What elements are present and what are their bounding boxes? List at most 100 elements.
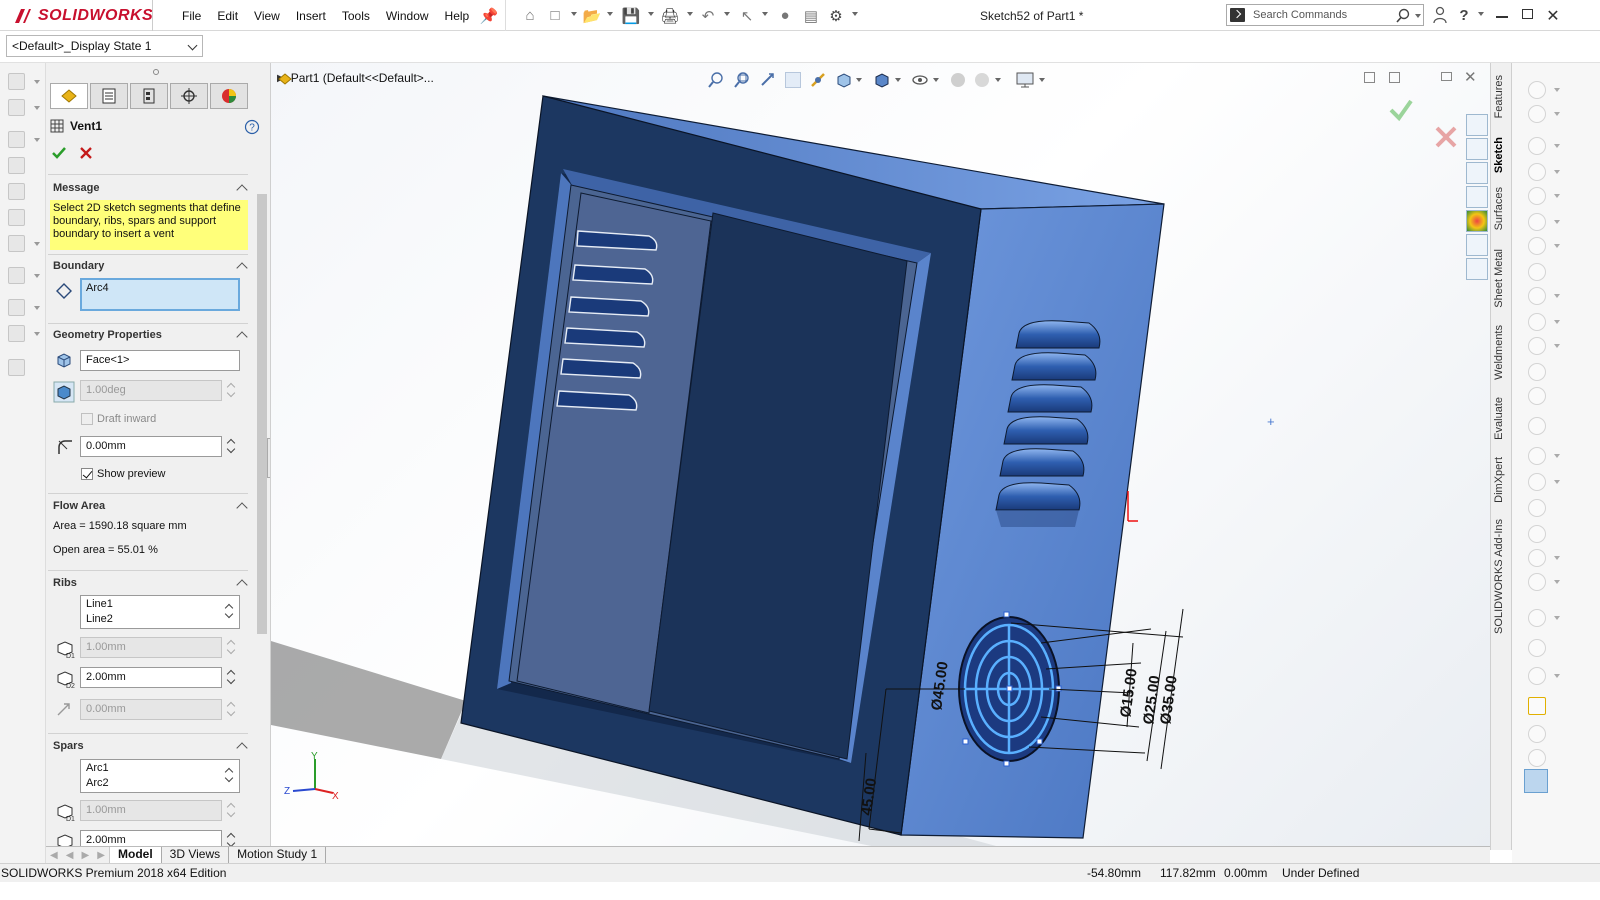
tab-scroll-arrows[interactable]: ◀ ◀ ▶ ▶ [46, 847, 110, 863]
ribs-list-scroll[interactable] [224, 601, 234, 622]
appearances-icon[interactable] [1466, 210, 1488, 232]
shaded-sketch-contours-icon[interactable] [1528, 749, 1546, 767]
fillet-sketch-icon[interactable] [1528, 337, 1546, 355]
menu-help[interactable]: Help [437, 9, 478, 23]
arc-icon[interactable] [1528, 237, 1546, 255]
ellipse-dropdown-icon[interactable] [1554, 320, 1560, 324]
rib-depth-field[interactable]: 1.00mm [80, 637, 222, 658]
rib-width-spinner[interactable] [226, 667, 236, 688]
show-preview-checkbox[interactable] [81, 468, 93, 480]
face-selection-field[interactable]: Face<1> [80, 350, 240, 371]
tab-feature-manager[interactable] [50, 83, 88, 109]
home-icon[interactable]: ⌂ [520, 6, 540, 25]
menu-insert[interactable]: Insert [288, 9, 334, 23]
search-commands-input[interactable]: Search Commands [1226, 4, 1424, 26]
last-tab-icon[interactable]: ▶ [97, 850, 105, 861]
collapse-caret-icon[interactable] [236, 579, 248, 591]
undo-icon[interactable]: ↶ [698, 6, 718, 25]
select-dropdown-icon[interactable] [762, 12, 768, 16]
confirm-corner-ok-icon[interactable] [1389, 99, 1413, 122]
collapse-caret-icon[interactable] [236, 502, 248, 514]
spars-selection-list[interactable]: Arc1 Arc2 [80, 759, 240, 793]
fillet-dropdown-icon[interactable] [34, 242, 40, 246]
rib-width-field[interactable]: 2.00mm [80, 667, 222, 688]
loft-icon[interactable] [8, 157, 25, 174]
design-library-icon[interactable] [1466, 138, 1488, 160]
pin-icon[interactable]: 📌 [480, 6, 499, 25]
tab-evaluate[interactable]: Evaluate [1493, 397, 1505, 440]
tab-surfaces[interactable]: Surfaces [1493, 187, 1505, 230]
snaps-dropdown-icon[interactable] [1554, 674, 1560, 678]
display-state-select[interactable]: <Default>_Display State 1 [6, 35, 203, 57]
tab-model[interactable]: Model [110, 847, 162, 863]
mirror-entities-icon[interactable] [1528, 525, 1546, 543]
sketch-dropdown-icon[interactable] [1554, 88, 1560, 92]
search-dropdown-icon[interactable] [1415, 14, 1421, 18]
menu-view[interactable]: View [246, 9, 288, 23]
model-viewport[interactable]: Ø45.00 Ø15.00 Ø25.00 Ø35.00 45.00 + Y X … [271, 63, 1490, 850]
undo-dropdown-icon[interactable] [724, 12, 730, 16]
rib-offset-field[interactable]: 0.00mm [80, 699, 222, 720]
draft-inward-checkbox[interactable] [81, 413, 93, 425]
graphics-area[interactable]: Ø45.00 Ø15.00 Ø25.00 Ø35.00 45.00 + Y X … [271, 63, 1490, 850]
tab-weldments[interactable]: Weldments [1493, 325, 1505, 380]
list-item[interactable]: Line1 [86, 597, 234, 612]
linear-pattern-icon[interactable] [1528, 549, 1546, 567]
save-icon[interactable]: 💾 [621, 6, 641, 25]
circle-icon[interactable] [1528, 213, 1546, 231]
tab-display-manager[interactable] [210, 83, 248, 109]
cancel-x-icon[interactable] [78, 145, 94, 161]
rectangle-icon[interactable] [1528, 163, 1546, 181]
tab-dimxpert-manager[interactable] [170, 83, 208, 109]
first-tab-icon[interactable]: ◀ [50, 850, 58, 861]
print-icon[interactable]: 🖨 [660, 6, 680, 25]
fillet-radius-spinner[interactable] [226, 436, 236, 457]
vent-command-active-icon[interactable] [1524, 769, 1548, 793]
hide-show-items-icon[interactable] [911, 71, 929, 89]
help-dropdown-icon[interactable] [1478, 12, 1484, 16]
pattern-icon[interactable] [8, 267, 25, 284]
rib-offset-spinner[interactable] [226, 699, 236, 720]
extrude-icon[interactable] [8, 73, 25, 90]
new-document-icon[interactable]: □ [546, 6, 564, 25]
point-icon[interactable] [1528, 417, 1546, 435]
collapse-caret-icon[interactable] [236, 262, 248, 274]
line-dropdown-icon[interactable] [1554, 144, 1560, 148]
view-palette-icon[interactable] [1466, 186, 1488, 208]
reference-dropdown-icon[interactable] [34, 306, 40, 310]
hide-show-dropdown-icon[interactable] [933, 78, 939, 82]
pattern-dropdown-icon[interactable] [34, 274, 40, 278]
line-icon[interactable] [1528, 137, 1546, 155]
tab-features[interactable]: Features [1493, 75, 1505, 118]
collapse-caret-icon[interactable] [236, 331, 248, 343]
ribs-selection-list[interactable]: Line1 Line2 [80, 595, 240, 629]
view-orientation-icon[interactable] [835, 71, 853, 89]
spar-depth-field[interactable]: 1.00mm [80, 800, 222, 821]
display-style-icon[interactable] [873, 71, 891, 89]
polygon-icon[interactable] [1528, 263, 1546, 281]
quick-snaps-icon[interactable] [1528, 667, 1546, 685]
collapse-caret-icon[interactable] [236, 742, 248, 754]
viewport-tile-left-icon[interactable] [1364, 72, 1375, 83]
menu-window[interactable]: Window [378, 9, 437, 23]
repair-sketch-icon[interactable] [1528, 639, 1546, 657]
search-icon[interactable] [1395, 8, 1411, 24]
tab-motion-study[interactable]: Motion Study 1 [229, 847, 327, 863]
spar-depth-spinner[interactable] [226, 800, 236, 821]
trim-dropdown-icon[interactable] [1554, 454, 1560, 458]
dimension-dropdown-icon[interactable] [1554, 112, 1560, 116]
convert-dropdown-icon[interactable] [1554, 480, 1560, 484]
menu-tools[interactable]: Tools [334, 9, 378, 23]
menu-file[interactable]: File [176, 9, 209, 23]
sweep-icon[interactable] [8, 131, 25, 148]
rapid-sketch-icon[interactable] [1528, 697, 1546, 715]
trim-entities-icon[interactable] [1528, 447, 1546, 465]
feature-tree-breadcrumb[interactable]: ▶ Part1 (Default<<Default>... [277, 71, 434, 85]
save-dropdown-icon[interactable] [648, 12, 654, 16]
view-settings-monitor-icon[interactable] [1015, 71, 1035, 89]
move-entities-icon[interactable] [1528, 573, 1546, 591]
tab-configuration-manager[interactable] [130, 83, 168, 109]
view-orientation-dropdown-icon[interactable] [856, 78, 862, 82]
edit-appearance-icon[interactable] [949, 71, 967, 89]
instant2d-icon[interactable] [1528, 725, 1546, 743]
